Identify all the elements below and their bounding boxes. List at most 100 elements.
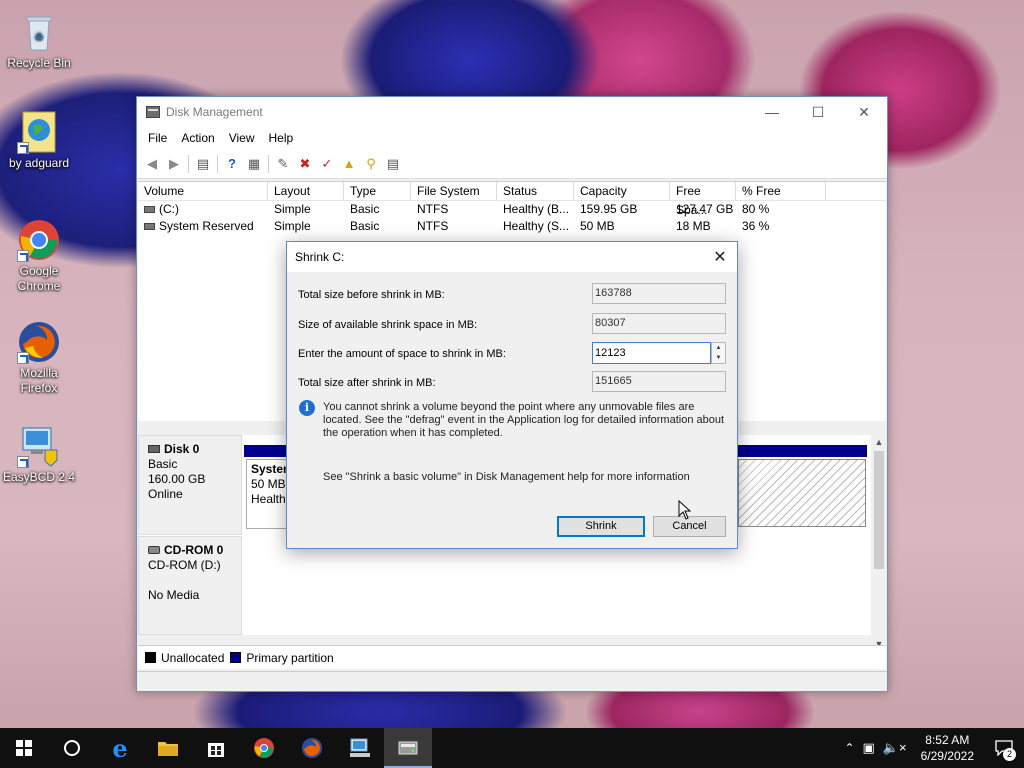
- edge-icon: e: [112, 733, 128, 763]
- window-titlebar[interactable]: Disk Management — ☐ ✕: [137, 97, 887, 127]
- show-hidden-icons-icon[interactable]: ⌃: [844, 741, 854, 755]
- disk-0-type: Basic: [148, 457, 178, 471]
- notification-badge: 2: [1003, 748, 1016, 761]
- clock[interactable]: 8:52 AM 6/29/2022: [921, 732, 974, 764]
- partition-c-hatched[interactable]: [738, 459, 866, 527]
- legend-primary: Primary partition: [246, 650, 334, 665]
- taskbar: e ⌃ ▣ 🔈× 8:52 AM 6/29/2022 2: [0, 728, 1024, 768]
- volume-name: (C:): [159, 202, 179, 216]
- windows-logo-icon: [16, 740, 32, 756]
- firefox-icon: [17, 320, 61, 364]
- desktop-icon-label: by adguard: [8, 156, 70, 170]
- toolbar-separator: [217, 154, 218, 173]
- drive-icon: [144, 223, 155, 231]
- delete-icon[interactable]: ✖: [294, 153, 316, 175]
- spin-down-icon[interactable]: ▼: [712, 353, 725, 363]
- connect-icon[interactable]: ✎: [272, 153, 294, 175]
- volume-free: 127.47 GB: [676, 202, 734, 216]
- view-icon[interactable]: ▤: [382, 153, 404, 175]
- scroll-up-icon[interactable]: ▲: [871, 437, 887, 447]
- back-icon[interactable]: ◀: [141, 153, 163, 175]
- scroll-thumb[interactable]: [874, 451, 884, 569]
- volume-muted-icon[interactable]: 🔈×: [883, 740, 907, 756]
- taskbar-chrome[interactable]: [240, 728, 288, 768]
- column-percent-free[interactable]: % Free: [736, 182, 826, 200]
- cdrom-icon: [148, 546, 160, 554]
- desktop-icon-label: Google Chrome: [17, 264, 61, 293]
- spin-up-icon[interactable]: ▲: [712, 343, 725, 353]
- system-tray: ⌃ ▣ 🔈× 8:52 AM 6/29/2022 2: [844, 728, 1024, 768]
- taskbar-file-explorer[interactable]: [144, 728, 192, 768]
- menu-help[interactable]: Help: [262, 131, 301, 145]
- properties-icon[interactable]: ▦: [243, 153, 265, 175]
- desktop-icon-easybcd[interactable]: EasyBCD 2.4: [1, 424, 77, 485]
- search-icon[interactable]: ⚲: [360, 153, 382, 175]
- disk-management-icon: [146, 106, 160, 118]
- volume-capacity: 50 MB: [580, 219, 615, 233]
- search-circle-icon: [64, 740, 80, 756]
- taskbar-edge[interactable]: e: [96, 728, 144, 768]
- legend-unallocated: Unallocated: [161, 650, 225, 665]
- amount-spinner[interactable]: ▲ ▼: [711, 342, 726, 364]
- taskbar-easybcd[interactable]: [336, 728, 384, 768]
- desktop-icon-adguard[interactable]: by adguard: [1, 110, 77, 171]
- column-free-space[interactable]: Free Spa...: [670, 182, 736, 217]
- column-file-system[interactable]: File System: [411, 182, 497, 200]
- close-button[interactable]: ✕: [841, 97, 887, 127]
- disk-icon: [148, 445, 160, 453]
- column-type[interactable]: Type: [344, 182, 411, 200]
- desktop-icon-recycle-bin[interactable]: ♻ Recycle Bin: [1, 10, 77, 71]
- easybcd-icon: [17, 424, 61, 468]
- menu-action[interactable]: Action: [174, 131, 221, 145]
- computer-icon: [350, 738, 370, 757]
- shrink-button[interactable]: Shrink: [557, 516, 645, 537]
- minimize-button[interactable]: —: [749, 97, 795, 127]
- maximize-button[interactable]: ☐: [795, 97, 841, 127]
- volume-row-c[interactable]: (C:) Simple Basic NTFS Healthy (B... 159…: [138, 201, 886, 218]
- dialog-close-button[interactable]: ✕: [709, 246, 731, 268]
- shrink-amount-input[interactable]: 12123: [592, 342, 711, 364]
- volume-type: Basic: [350, 219, 380, 233]
- shortcut-arrow-icon: [17, 456, 29, 468]
- taskbar-disk-management[interactable]: [384, 728, 432, 768]
- cortana-button[interactable]: [48, 728, 96, 768]
- disk-pane-scrollbar[interactable]: ▲ ▼: [871, 435, 887, 649]
- start-button[interactable]: [0, 728, 48, 768]
- menu-view[interactable]: View: [222, 131, 262, 145]
- action-center-button[interactable]: 2: [984, 728, 1024, 768]
- column-status[interactable]: Status: [497, 182, 574, 200]
- column-layout[interactable]: Layout: [268, 182, 344, 200]
- network-icon[interactable]: ▣: [863, 740, 875, 756]
- desktop-icon-chrome[interactable]: Google Chrome: [1, 218, 77, 294]
- shrink-dialog: Shrink C: ✕ Total size before shrink in …: [286, 241, 738, 549]
- new-folder-icon[interactable]: ▲: [338, 153, 360, 175]
- available-label: Size of available shrink space in MB:: [298, 319, 478, 331]
- help-icon[interactable]: ?: [221, 153, 243, 175]
- dialog-title: Shrink C:: [295, 250, 345, 264]
- menu-file[interactable]: File: [141, 131, 174, 145]
- dialog-titlebar[interactable]: Shrink C: ✕: [287, 242, 737, 272]
- column-capacity[interactable]: Capacity: [574, 182, 670, 200]
- check-icon[interactable]: ✓: [316, 153, 338, 175]
- clock-time: 8:52 AM: [925, 733, 970, 747]
- forward-icon[interactable]: ▶: [163, 153, 185, 175]
- primary-swatch: [230, 652, 242, 663]
- volume-row-system-reserved[interactable]: System Reserved Simple Basic NTFS Health…: [138, 218, 886, 235]
- console-tree-icon[interactable]: ▤: [192, 153, 214, 175]
- disk-0-label[interactable]: Disk 0 Basic 160.00 GB Online: [138, 435, 242, 535]
- volume-layout: Simple: [274, 219, 311, 233]
- column-volume[interactable]: Volume: [138, 182, 268, 200]
- total-after-label: Total size after shrink in MB:: [298, 377, 436, 389]
- info-message: You cannot shrink a volume beyond the po…: [323, 401, 725, 439]
- volume-percent-free: 80 %: [742, 202, 770, 216]
- help-link-text: See "Shrink a basic volume" in Disk Mana…: [323, 471, 690, 483]
- cdrom-media: No Media: [148, 588, 200, 602]
- desktop-icon-firefox[interactable]: Mozilla Firefox: [1, 320, 77, 396]
- cdrom-0-label[interactable]: CD-ROM 0 CD-ROM (D:) No Media: [138, 536, 242, 635]
- menubar: File Action View Help: [137, 127, 887, 149]
- shortcut-arrow-icon: [17, 352, 29, 364]
- unallocated-swatch: [145, 652, 156, 663]
- taskbar-store[interactable]: [192, 728, 240, 768]
- volume-fs: NTFS: [417, 219, 449, 233]
- taskbar-firefox[interactable]: [288, 728, 336, 768]
